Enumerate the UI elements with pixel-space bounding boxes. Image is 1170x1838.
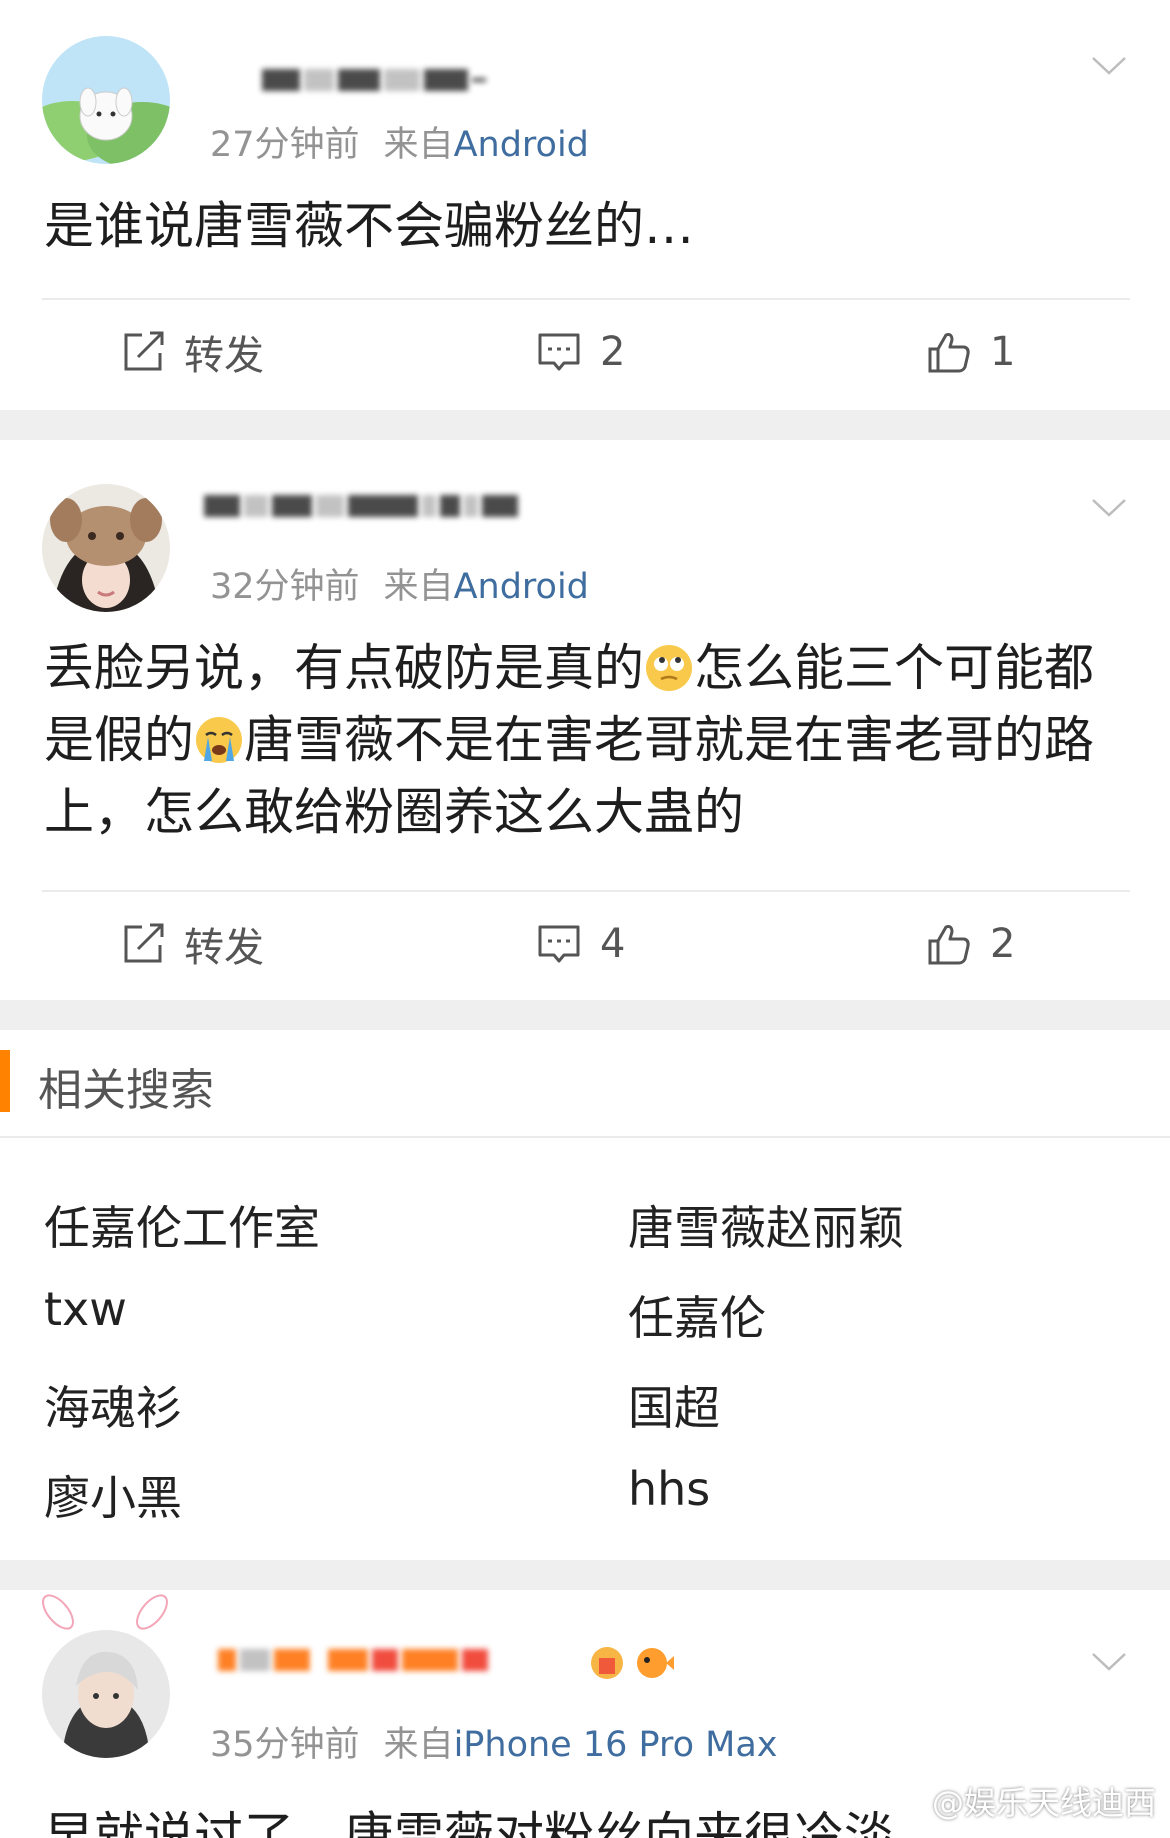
related-search-item[interactable]: txw (44, 1282, 127, 1336)
post-time: 35分钟前 (210, 1725, 360, 1765)
chevron-down-icon[interactable] (1092, 1652, 1126, 1672)
badge-icon (591, 1647, 623, 1679)
source-prefix: 来自 (383, 125, 454, 165)
repost-icon (124, 331, 164, 371)
weibo-logo-icon (886, 1787, 924, 1817)
comment-button[interactable]: 4 (536, 914, 625, 974)
watermark-text: @娱乐天线迪西 (931, 1784, 1156, 1822)
comment-icon (538, 925, 580, 963)
source-link[interactable]: iPhone 16 Pro Max (454, 1725, 778, 1765)
related-search-section: 相关搜索 任嘉伦工作室 txw 海魂衫 廖小黑 唐雪薇赵丽颖 任嘉伦 国超 hh… (0, 1030, 1170, 1560)
related-search-item[interactable]: hhs (628, 1462, 710, 1516)
thumbs-up-icon (928, 333, 970, 373)
username-blurred[interactable] (262, 58, 486, 102)
divider (42, 890, 1130, 892)
comment-count: 2 (600, 329, 626, 375)
chevron-down-icon[interactable] (1092, 498, 1126, 518)
post-time: 32分钟前 (210, 567, 360, 607)
post-meta: 35分钟前 来自iPhone 16 Pro Max (210, 1716, 778, 1767)
repost-label: 转发 (184, 925, 264, 971)
watermark: @娱乐天线迪西 (886, 1778, 1156, 1824)
avatar[interactable] (42, 36, 170, 164)
post-card: 32分钟前 来自Android 丢脸另说，有点破防是真的 怎么能三个可能都是假的 唐雪… (0, 440, 1170, 1000)
post-time: 27分钟前 (210, 125, 360, 165)
separator (0, 410, 1170, 440)
rolling-eyes-emoji-icon (646, 645, 692, 691)
source-prefix: 来自 (383, 567, 454, 607)
repost-button[interactable]: 转发 (120, 914, 264, 974)
repost-button[interactable]: 转发 (120, 322, 264, 382)
pufferfish-badge-icon (637, 1648, 674, 1678)
repost-label: 转发 (184, 333, 264, 379)
post-text: 丢脸另说，有点破防是真的 怎么能三个可能都是假的 唐雪薇不是在害老哥就是在害老哥的路… (44, 632, 1134, 848)
post-text: 是谁说唐雪薇不会骗粉丝的… (44, 197, 694, 255)
crying-emoji-icon (196, 717, 242, 763)
divider (0, 1136, 1170, 1138)
bunny-ears-decoration-icon (42, 1594, 168, 1630)
section-accent-bar (0, 1050, 10, 1112)
post-meta: 27分钟前 来自Android (210, 116, 589, 167)
like-button[interactable]: 1 (926, 322, 1015, 382)
comment-count: 4 (600, 921, 626, 967)
related-search-item[interactable]: 唐雪薇赵丽颖 (628, 1192, 904, 1258)
repost-icon (124, 923, 164, 963)
related-search-item[interactable]: 任嘉伦工作室 (44, 1192, 320, 1258)
post-meta: 32分钟前 来自Android (210, 558, 589, 609)
like-button[interactable]: 2 (926, 914, 1015, 974)
avatar[interactable] (42, 1630, 170, 1758)
comment-icon (538, 333, 580, 371)
related-search-item[interactable]: 任嘉伦 (628, 1282, 766, 1348)
post-card: 27分钟前 来自Android 是谁说唐雪薇不会骗粉丝的… 转发 2 1 (0, 0, 1170, 410)
comment-button[interactable]: 2 (536, 322, 625, 382)
divider (42, 298, 1130, 300)
source-link[interactable]: Android (454, 125, 589, 165)
related-search-item[interactable]: 国超 (628, 1372, 720, 1438)
username-blurred[interactable] (218, 1638, 488, 1682)
separator (0, 1000, 1170, 1030)
related-search-item[interactable]: 海魂衫 (44, 1372, 182, 1438)
chevron-down-icon[interactable] (1092, 56, 1126, 76)
separator (0, 1560, 1170, 1590)
post-text-part: 丢脸另说，有点破防是真的 (44, 639, 644, 697)
post-text: 早就说过了，唐雪薇对粉丝向来很冷淡 (44, 1807, 894, 1838)
source-prefix: 来自 (383, 1725, 454, 1765)
username-blurred[interactable] (204, 484, 518, 528)
related-search-item[interactable]: 廖小黑 (44, 1462, 182, 1528)
avatar[interactable] (42, 484, 170, 612)
like-count: 2 (990, 921, 1016, 967)
source-link[interactable]: Android (454, 567, 589, 607)
like-count: 1 (990, 329, 1016, 375)
thumbs-up-icon (928, 925, 970, 965)
section-title: 相关搜索 (38, 1065, 214, 1116)
